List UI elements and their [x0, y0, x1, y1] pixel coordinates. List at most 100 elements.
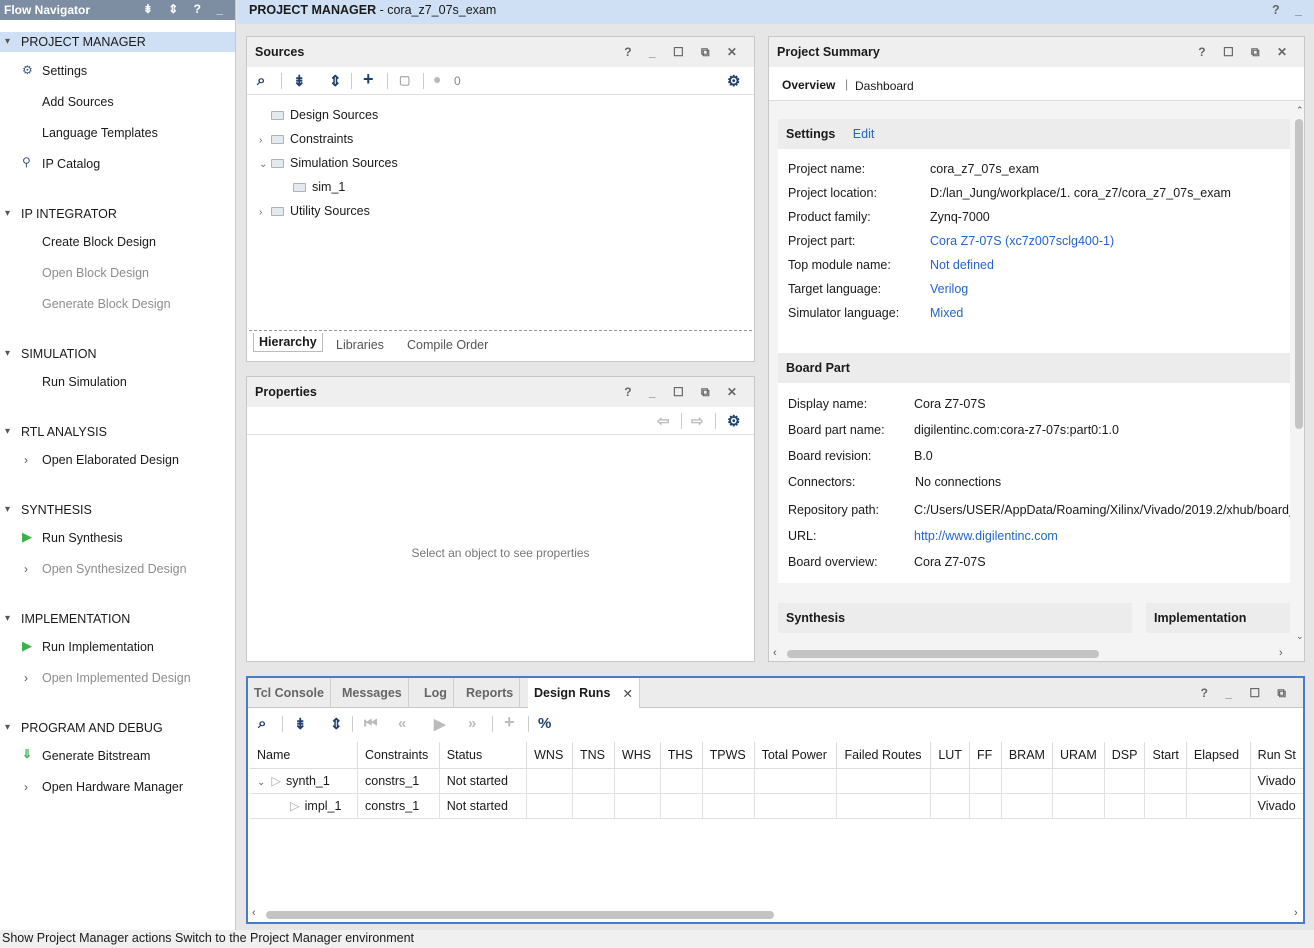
simulator-language-link[interactable]: Mixed [930, 306, 963, 320]
section-implementation[interactable]: ▾ IMPLEMENTATION [0, 609, 235, 629]
scroll-left-icon[interactable]: ‹ [252, 907, 256, 919]
window-controls-icon[interactable]: ? _ ☐ ⧉ ✕ [624, 45, 744, 60]
col-total-power[interactable]: Total Power [754, 742, 838, 769]
nav-run-implementation[interactable]: Run Implementation [42, 639, 154, 655]
add-icon[interactable]: + [504, 712, 515, 733]
chevron-down-icon[interactable]: ⌄ [257, 777, 265, 788]
nav-open-implemented-design[interactable]: Open Implemented Design [42, 670, 191, 686]
col-whs[interactable]: WHS [614, 742, 661, 769]
tab-design-runs[interactable]: Design Runs ✕ [528, 678, 640, 708]
chevron-right-icon[interactable]: › [24, 561, 28, 577]
col-start[interactable]: Start [1144, 742, 1187, 769]
tree-constraints[interactable]: › Constraints [259, 131, 353, 149]
chevron-right-icon[interactable]: › [24, 779, 28, 795]
col-tns[interactable]: TNS [572, 742, 615, 769]
gear-icon[interactable]: ⚙ [727, 72, 740, 90]
chevron-right-icon[interactable]: › [259, 133, 271, 149]
table-row[interactable]: ⌄ ▷ synth_1 constrs_1 Not started Vivado [250, 768, 1303, 794]
tab-hierarchy[interactable]: Hierarchy [253, 333, 323, 352]
summary-vertical-scrollbar[interactable]: ⌃ ⌄ [1294, 105, 1304, 645]
search-icon[interactable]: ⌕ [258, 715, 266, 732]
first-icon[interactable]: ⏮ [364, 715, 378, 732]
col-name[interactable]: Name [250, 742, 358, 769]
run-name-cell[interactable]: ▷ impl_1 [250, 793, 358, 819]
tab-dashboard[interactable]: Dashboard [855, 79, 914, 93]
fast-forward-icon[interactable]: » [468, 715, 476, 732]
chevron-down-icon[interactable]: ▾ [5, 422, 10, 442]
nav-generate-block-design[interactable]: Generate Block Design [42, 296, 171, 312]
nav-language-templates[interactable]: Language Templates [42, 125, 158, 141]
expand-all-icon[interactable]: ⇕ [329, 72, 342, 90]
nav-create-block-design[interactable]: Create Block Design [42, 234, 156, 250]
scroll-left-icon[interactable]: ‹ [773, 647, 777, 659]
tab-compile-order[interactable]: Compile Order [407, 338, 488, 352]
forward-arrow-icon[interactable]: ⇨ [691, 412, 704, 430]
nav-generate-bitstream[interactable]: Generate Bitstream [42, 748, 150, 764]
tab-libraries[interactable]: Libraries [336, 338, 384, 352]
play-icon[interactable]: ▶ [434, 715, 446, 733]
col-lut[interactable]: LUT [930, 742, 970, 769]
tab-reports[interactable]: Reports [460, 678, 521, 708]
table-row[interactable]: ▷ impl_1 constrs_1 Not started Vivado [250, 793, 1303, 819]
tree-utility-sources[interactable]: › Utility Sources [259, 203, 370, 221]
col-run-strategy[interactable]: Run St [1250, 742, 1303, 769]
scroll-right-icon[interactable]: › [1279, 647, 1283, 659]
add-icon[interactable]: + [363, 69, 374, 90]
tree-simulation-sources[interactable]: ⌄ Simulation Sources [259, 155, 398, 173]
chevron-down-icon[interactable]: ⌄ [259, 157, 271, 173]
col-elapsed[interactable]: Elapsed [1186, 742, 1251, 769]
summary-horizontal-scrollbar[interactable]: ‹ › [769, 647, 1304, 661]
back-arrow-icon[interactable]: ⇦ [657, 412, 670, 430]
board-url-link[interactable]: http://www.digilentinc.com [914, 529, 1058, 543]
collapse-all-icon[interactable]: ⇟ [294, 715, 307, 733]
col-wns[interactable]: WNS [526, 742, 574, 769]
scroll-thumb[interactable] [787, 650, 1099, 658]
window-controls-icon[interactable]: ? _ ☐ ⧉ [1201, 686, 1293, 701]
col-uram[interactable]: URAM [1052, 742, 1105, 769]
section-ip-integrator[interactable]: ▾ IP INTEGRATOR [0, 204, 235, 224]
flow-navigator-tools[interactable]: ⇟ ⇕ ? _ [143, 2, 229, 16]
tab-overview[interactable]: Overview [782, 78, 835, 92]
percent-icon[interactable]: % [538, 715, 551, 732]
chevron-right-icon[interactable]: › [24, 452, 28, 468]
col-bram[interactable]: BRAM [1001, 742, 1053, 769]
chevron-down-icon[interactable]: ▾ [5, 718, 10, 738]
scroll-down-icon[interactable]: ⌄ [1296, 631, 1304, 642]
col-constraints[interactable]: Constraints [357, 742, 440, 769]
chevron-down-icon[interactable]: ▾ [5, 204, 10, 224]
window-controls-icon[interactable]: ? ☐ ⧉ ✕ [1198, 45, 1294, 60]
target-language-link[interactable]: Verilog [930, 282, 968, 296]
nav-settings[interactable]: Settings [42, 63, 87, 79]
unknown-file-icon[interactable]: ▢ [399, 73, 410, 87]
tab-log[interactable]: Log [418, 678, 454, 708]
chevron-down-icon[interactable]: ▾ [5, 32, 10, 52]
collapse-all-icon[interactable]: ⇟ [293, 72, 306, 90]
chevron-down-icon[interactable]: ▾ [5, 609, 10, 629]
scroll-thumb[interactable] [266, 911, 774, 919]
section-synthesis[interactable]: ▾ SYNTHESIS [0, 500, 235, 520]
runs-horizontal-scrollbar[interactable]: ‹ › [248, 907, 1303, 922]
top-module-link[interactable]: Not defined [930, 258, 994, 272]
tree-sim-1[interactable]: sim_1 [293, 179, 345, 195]
section-program-and-debug[interactable]: ▾ PROGRAM AND DEBUG [0, 718, 235, 738]
nav-open-elaborated-design[interactable]: Open Elaborated Design [42, 452, 179, 468]
nav-run-synthesis[interactable]: Run Synthesis [42, 530, 123, 546]
chevron-down-icon[interactable]: ▾ [5, 500, 10, 520]
scroll-up-icon[interactable]: ⌃ [1296, 105, 1304, 116]
expand-all-icon[interactable]: ⇕ [330, 715, 343, 733]
col-ff[interactable]: FF [969, 742, 1002, 769]
close-icon[interactable]: ✕ [623, 686, 633, 701]
chevron-down-icon[interactable]: ▾ [5, 344, 10, 364]
search-icon[interactable]: ⌕ [257, 72, 265, 89]
tree-design-sources[interactable]: Design Sources [259, 107, 378, 123]
col-status[interactable]: Status [439, 742, 528, 769]
section-project-manager[interactable]: ▾ PROJECT MANAGER [0, 32, 235, 52]
run-name-cell[interactable]: ⌄ ▷ synth_1 [250, 768, 358, 794]
edit-link[interactable]: Edit [853, 127, 875, 141]
chevron-right-icon[interactable]: › [259, 205, 271, 221]
nav-run-simulation[interactable]: Run Simulation [42, 374, 127, 390]
tab-messages[interactable]: Messages [336, 678, 409, 708]
tab-tcl-console[interactable]: Tcl Console [248, 678, 331, 708]
col-ths[interactable]: THS [660, 742, 703, 769]
help-icon[interactable]: ? _ [1272, 3, 1308, 17]
